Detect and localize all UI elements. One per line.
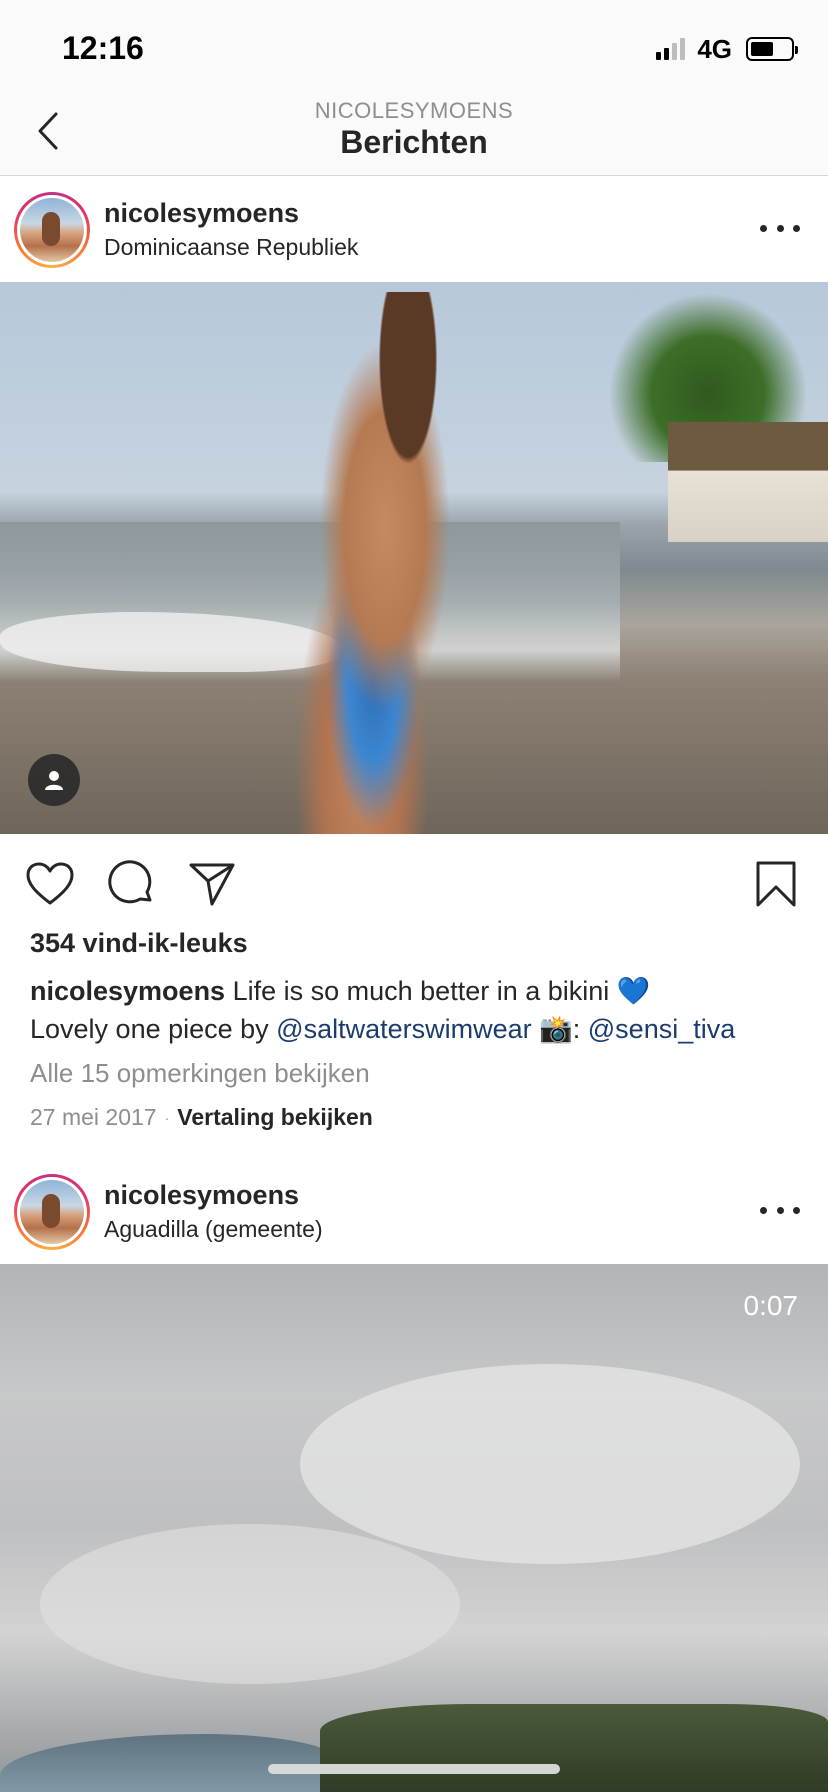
comment-button[interactable]: [106, 858, 158, 910]
more-options-button[interactable]: [760, 1198, 800, 1222]
heart-icon: [26, 862, 74, 905]
post-caption: nicolesymoens Life is so much better in …: [30, 972, 810, 1048]
home-indicator[interactable]: [268, 1764, 560, 1774]
post-header: nicolesymoens Aguadilla (gemeente): [0, 1160, 828, 1264]
status-indicators: 4G: [656, 33, 798, 64]
paper-plane-icon: [189, 863, 235, 906]
user-tag-button[interactable]: [28, 754, 80, 806]
post-action-bar: [0, 834, 828, 934]
mention-link[interactable]: @saltwaterswimwear: [276, 1014, 531, 1044]
caption-text-line2: Lovely one piece by: [30, 1014, 277, 1044]
more-dots-icon: [760, 1206, 767, 1214]
like-button[interactable]: [24, 858, 76, 910]
signal-icon: [656, 38, 686, 60]
post-username[interactable]: nicolesymoens: [104, 198, 299, 229]
bookmark-icon: [756, 861, 796, 907]
comment-icon: [108, 860, 152, 904]
caption-text-line3: 📸:: [531, 1014, 588, 1044]
navigation-bar: NICOLESYMOENS Berichten: [0, 88, 828, 176]
caption-username[interactable]: nicolesymoens: [30, 976, 225, 1006]
status-time: 12:16: [62, 30, 144, 66]
post-video[interactable]: 0:07: [0, 1264, 828, 1792]
view-comments-link[interactable]: Alle 15 opmerkingen bekijken: [30, 1058, 370, 1089]
post-image[interactable]: [0, 282, 828, 834]
post-location[interactable]: Aguadilla (gemeente): [104, 1216, 323, 1243]
page-title: Berichten: [340, 124, 488, 160]
caption-text: Life is so much better in a bikini 💙: [225, 976, 651, 1006]
user-tag-icon: [45, 771, 63, 790]
status-bar: 12:16 4G: [0, 0, 828, 88]
more-dots-icon: [760, 224, 767, 232]
battery-icon: [746, 37, 798, 61]
post-header: nicolesymoens Dominicaanse Republiek: [0, 178, 828, 282]
video-duration: 0:07: [743, 1290, 799, 1321]
avatar[interactable]: [14, 1174, 90, 1250]
nav-subtitle: NICOLESYMOENS: [314, 98, 514, 123]
share-button[interactable]: [186, 858, 238, 910]
network-type: 4G: [697, 33, 732, 64]
post-location[interactable]: Dominicaanse Republiek: [104, 234, 358, 261]
likes-count[interactable]: 354 vind-ik-leuks: [30, 928, 248, 959]
post-username[interactable]: nicolesymoens: [104, 1180, 299, 1211]
mention-link[interactable]: @sensi_tiva: [588, 1014, 735, 1044]
post-meta: 27 mei 2017 · Vertaling bekijken: [30, 1104, 373, 1131]
avatar[interactable]: [14, 192, 90, 268]
post-date: 27 mei 2017: [30, 1104, 157, 1130]
translate-link[interactable]: Vertaling bekijken: [177, 1104, 373, 1131]
meta-separator: ·: [164, 1109, 170, 1126]
save-button[interactable]: [750, 858, 802, 910]
more-options-button[interactable]: [760, 216, 800, 240]
